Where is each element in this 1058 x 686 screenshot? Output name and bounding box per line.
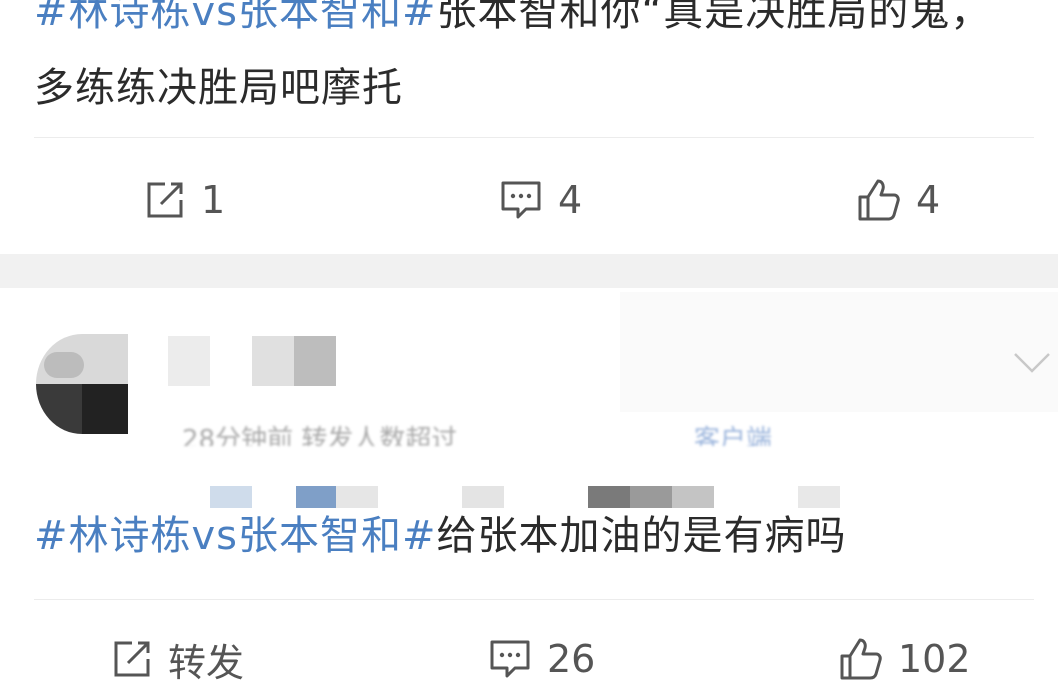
thumbs-up-icon [838, 636, 884, 682]
blurred-region [588, 486, 630, 508]
post-2-action-bar: 转发 26 102 [0, 629, 1058, 686]
share-icon [110, 637, 154, 681]
username-blurred [168, 336, 210, 386]
repost-count: 1 [201, 178, 226, 222]
comment-icon [487, 636, 533, 682]
post-2-body: 给张本加油的是有病吗 [436, 513, 847, 559]
blurred-region [210, 486, 252, 508]
post-2-content: #林诗栋vs张本智和#给张本加油的是有病吗 [34, 506, 847, 566]
post-1-content: #林诗栋vs张本智和#张本智和你“真是决胜局的鬼，多练练决胜局吧摩托 [34, 0, 1024, 126]
weibo-feed: #林诗栋vs张本智和#张本智和你“真是决胜局的鬼，多练练决胜局吧摩托 1 4 4… [0, 0, 1058, 686]
post-1-action-bar: 1 4 4 [0, 170, 1058, 230]
blurred-region [296, 486, 336, 508]
avatar[interactable] [36, 334, 128, 434]
post-2-divider [34, 599, 1034, 600]
comment-count: 4 [558, 178, 583, 222]
post-2-hashtag[interactable]: #林诗栋vs张本智和# [34, 513, 437, 559]
feed-separator [0, 254, 1058, 288]
repost-label: 转发 [168, 640, 245, 685]
post-1-divider [34, 137, 1034, 138]
share-icon [143, 178, 187, 222]
username-blurred [252, 336, 294, 386]
blurred-region [630, 486, 672, 508]
post-1-hashtag[interactable]: #林诗栋vs张本智和# [34, 0, 437, 35]
post-meta-extra: 转发人数超过 [301, 425, 458, 446]
thumbs-up-icon [856, 177, 902, 223]
comment-count: 26 [547, 637, 596, 681]
like-count: 102 [898, 637, 971, 681]
post-2-meta: 28分钟前 转发人数超过 客户端 [182, 420, 772, 446]
post-1-like-button[interactable]: 4 [856, 170, 940, 230]
username-blurred [294, 336, 336, 386]
blurred-region [620, 292, 1058, 412]
chevron-down-icon[interactable] [1012, 348, 1052, 382]
post-2-repost-button[interactable]: 转发 [110, 629, 244, 686]
post-1-repost-button[interactable]: 1 [143, 170, 225, 230]
like-count: 4 [916, 178, 941, 222]
post-2-like-button[interactable]: 102 [838, 629, 971, 686]
blurred-region [798, 486, 840, 508]
post-time: 28分钟前 [182, 425, 294, 446]
blurred-region [672, 486, 714, 508]
comment-icon [498, 177, 544, 223]
blurred-region [336, 486, 378, 508]
post-2-comment-button[interactable]: 26 [487, 629, 595, 686]
post-client[interactable]: 客户端 [694, 425, 772, 446]
post-1-comment-button[interactable]: 4 [498, 170, 582, 230]
blurred-region [462, 486, 504, 508]
